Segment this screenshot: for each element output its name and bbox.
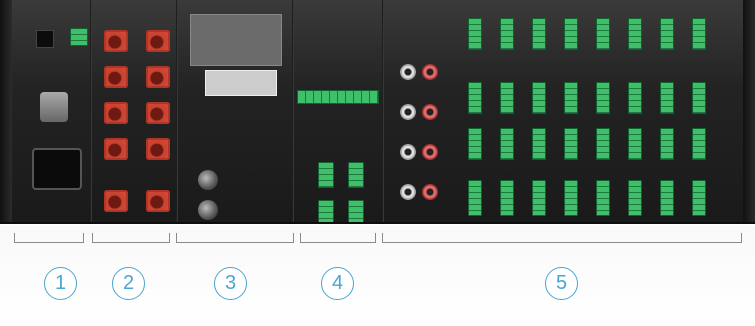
terminal-block: [532, 82, 546, 114]
sticker: [205, 70, 277, 96]
section-divider: [176, 0, 178, 222]
network-port: [146, 102, 170, 124]
rca-jack: [400, 144, 416, 160]
callout-bracket-2: [92, 233, 170, 243]
section-divider: [292, 0, 294, 222]
network-port: [104, 138, 128, 160]
terminal-block: [628, 18, 642, 50]
network-port: [146, 30, 170, 52]
terminal-block: [348, 200, 364, 222]
terminal-block: [468, 128, 482, 160]
rca-jack: [422, 144, 438, 160]
terminal-block: [596, 180, 610, 216]
terminal-block: [692, 128, 706, 160]
section-divider: [90, 0, 92, 222]
antenna-connector: [198, 170, 218, 190]
label-plate: [190, 14, 282, 66]
terminal-block: [596, 128, 610, 160]
callout-5: 5: [545, 267, 578, 300]
terminal-block: [348, 162, 364, 188]
terminal-block: [692, 18, 706, 50]
callout-4: 4: [321, 267, 354, 300]
callout-1: 1: [44, 267, 77, 300]
callout-bracket-3: [176, 233, 294, 243]
terminal-block: [532, 180, 546, 216]
terminal-block: [318, 200, 334, 222]
terminal-block: [660, 18, 674, 50]
terminal-block: [532, 128, 546, 160]
rca-jack: [422, 104, 438, 120]
section-divider: [382, 0, 384, 222]
terminal-block: [596, 18, 610, 50]
terminal-strip: [297, 90, 379, 104]
terminal-block: [500, 82, 514, 114]
rca-jack: [422, 64, 438, 80]
right-rack-ear: [743, 0, 755, 222]
terminal-block: [692, 180, 706, 216]
network-port: [104, 66, 128, 88]
network-port: [146, 190, 170, 212]
terminal-block: [468, 180, 482, 216]
terminal-block: [596, 82, 610, 114]
terminal-block: [628, 128, 642, 160]
network-port: [146, 66, 170, 88]
terminal-block: [660, 82, 674, 114]
terminal-block: [628, 82, 642, 114]
rca-jack: [400, 104, 416, 120]
network-port: [104, 102, 128, 124]
callout-2: 2: [112, 267, 145, 300]
terminal-block: [564, 82, 578, 114]
terminal-block: [318, 162, 334, 188]
terminal-block: [692, 82, 706, 114]
terminal-block: [660, 128, 674, 160]
callout-bracket-1: [14, 233, 84, 243]
terminal-block: [500, 180, 514, 216]
terminal-block: [564, 180, 578, 216]
terminal-block: [468, 82, 482, 114]
device-rear-panel: [0, 0, 755, 224]
switch-icon: [36, 30, 54, 48]
left-rack-ear: [0, 0, 12, 222]
terminal-block: [628, 180, 642, 216]
terminal-block: [564, 18, 578, 50]
terminal-block: [564, 128, 578, 160]
antenna-connector: [198, 200, 218, 220]
terminal-block: [532, 18, 546, 50]
terminal-block: [500, 18, 514, 50]
network-port: [104, 190, 128, 212]
callout-3: 3: [214, 267, 247, 300]
terminal-block: [500, 128, 514, 160]
network-port: [146, 138, 170, 160]
network-port: [104, 30, 128, 52]
serial-connector: [40, 92, 68, 122]
callout-bracket-4: [300, 233, 376, 243]
terminal-block: [70, 28, 88, 46]
rca-jack: [400, 64, 416, 80]
rca-jack: [400, 184, 416, 200]
power-inlet: [32, 148, 82, 190]
terminal-block: [468, 18, 482, 50]
rca-jack: [422, 184, 438, 200]
callout-bracket-5: [382, 233, 742, 243]
terminal-block: [660, 180, 674, 216]
